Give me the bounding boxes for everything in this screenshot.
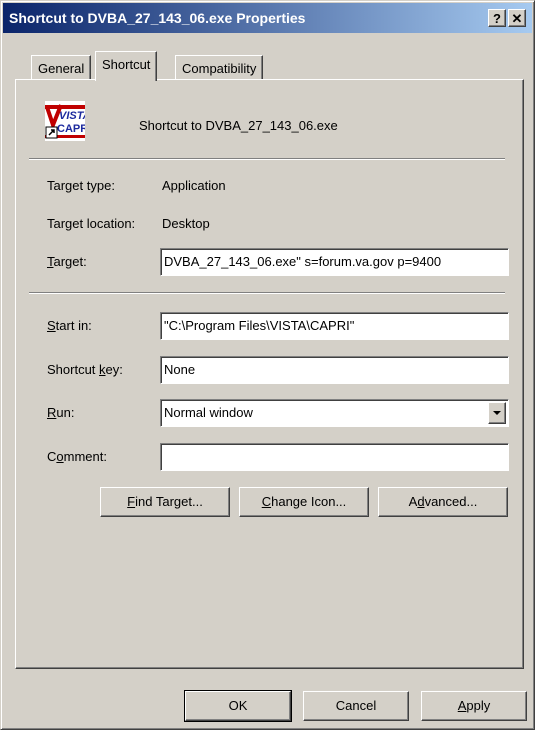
run-label-rest: un: [56,405,75,420]
change-icon-label: hange Icon... [271,494,347,509]
target-type-value: Application [162,178,226,193]
shortcut-key-label: Shortcut key: [47,362,123,377]
run-label: Run: [47,405,74,420]
start-in-label-mnemonic: S [47,318,56,333]
advanced-label: vanced... [424,494,478,509]
icon-text-bottom: CAPRI [57,123,85,135]
ok-button[interactable]: OK [184,690,292,722]
shortcut-name: Shortcut to DVBA_27_143_06.exe [139,118,338,133]
comment-label: Comment: [47,449,107,464]
run-select-value: Normal window [164,405,253,420]
target-label-rest: arget: [53,254,87,269]
advanced-button[interactable]: Advanced... [378,487,508,517]
properties-dialog: Shortcut to DVBA_27_143_06.exe Propertie… [0,0,535,730]
find-target-label: ind Target... [135,494,203,509]
icon-text-top: VISTA [59,110,85,122]
target-location-value: Desktop [162,216,210,231]
target-field[interactable]: DVBA_27_143_06.exe" s=forum.va.gov p=940… [160,248,509,276]
run-label-mnemonic: R [47,405,57,420]
divider [29,158,505,160]
cancel-button[interactable]: Cancel [303,691,409,721]
start-in-label-rest: tart in: [55,318,92,333]
find-target-mnemonic: F [127,494,136,509]
start-in-label: Start in: [47,318,92,333]
shortcut-key-field[interactable]: None [160,356,509,384]
target-location-label: Target location: [47,216,136,231]
run-select[interactable]: Normal window [160,399,509,427]
shortcut-key-label-rest: ey: [105,362,123,377]
apply-label: pply [466,698,491,713]
find-target-button[interactable]: Find Target... [100,487,230,517]
comment-label-mnemonic: o [56,449,64,464]
comment-label-rest: mment: [63,449,107,464]
target-type-label: Target type: [47,178,115,193]
chevron-down-icon[interactable] [488,402,506,424]
apply-button[interactable]: Apply [421,691,527,721]
change-icon-mnemonic: C [261,494,272,509]
target-label: Target: [47,254,87,269]
panel-content: VISTA CAPRI Shortcut to DVBA_27_143_06.e… [1,1,535,731]
shortcut-key-label-pre: Shortcut [47,362,100,377]
comment-field[interactable] [160,443,509,471]
comment-label-pre: C [47,449,57,464]
advanced-mnemonic: d [417,494,425,509]
divider [29,292,505,294]
change-icon-button[interactable]: Change Icon... [239,487,369,517]
vista-capri-app-icon: VISTA CAPRI [45,101,85,141]
start-in-field[interactable]: "C:\Program Files\VISTA\CAPRI" [160,312,509,340]
